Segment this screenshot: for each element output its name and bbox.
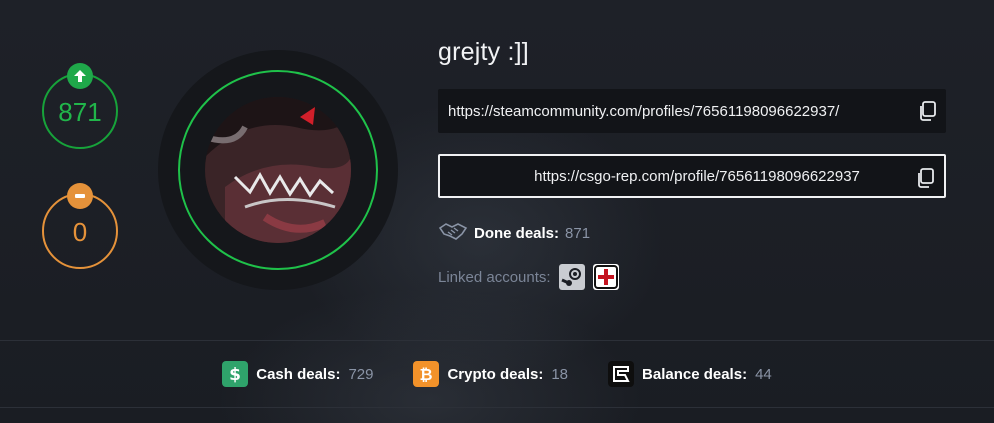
arrow-up-icon — [67, 63, 93, 89]
minus-icon — [67, 183, 93, 209]
username: grejty :]] — [438, 38, 529, 66]
positive-rep-counter: 871 — [42, 63, 118, 149]
cash-deals-stat: $ Cash deals: 729 — [222, 361, 373, 387]
cash-deals-label: Cash deals: — [256, 365, 341, 383]
balance-deals-stat: Balance deals: 44 — [608, 361, 772, 387]
svg-text:$: $ — [229, 365, 241, 384]
balance-deals-value: 44 — [755, 365, 772, 383]
copy-icon[interactable] — [918, 101, 936, 121]
done-deals-value: 871 — [565, 224, 591, 242]
crypto-deals-value: 18 — [551, 365, 569, 383]
steam-profile-link-field[interactable]: https://steamcommunity.com/profiles/7656… — [438, 89, 946, 133]
steam-icon[interactable] — [558, 264, 585, 290]
rep-plus-icon[interactable] — [592, 264, 619, 290]
skinport-icon — [608, 361, 635, 387]
negative-rep-value: 0 — [72, 216, 88, 247]
avatar — [205, 97, 351, 243]
balance-deals-label: Balance deals: — [642, 365, 748, 383]
dollar-icon: $ — [222, 361, 249, 387]
bitcoin-icon: ₿ — [413, 361, 440, 387]
linked-accounts-label: Linked accounts: — [438, 268, 551, 286]
deal-stats-bar: $ Cash deals: 729 ₿ Crypto deals: 18 Bal… — [0, 360, 994, 388]
divider — [0, 340, 994, 341]
crypto-deals-label: Crypto deals: — [447, 365, 544, 383]
avatar-frame — [158, 50, 398, 290]
linked-accounts: Linked accounts: — [438, 264, 619, 290]
done-deals-label: Done deals: — [474, 224, 560, 242]
crypto-deals-stat: ₿ Crypto deals: 18 — [413, 361, 568, 387]
cash-deals-value: 729 — [348, 365, 374, 383]
rep-profile-url[interactable]: https://csgo-rep.com/profile/76561198096… — [534, 168, 860, 185]
handshake-icon — [438, 218, 468, 248]
copy-icon[interactable] — [916, 168, 934, 188]
negative-rep-counter: 0 — [42, 183, 118, 269]
done-deals: Done deals: 871 — [438, 218, 590, 248]
divider — [0, 407, 994, 408]
rep-profile-link-field[interactable]: https://csgo-rep.com/profile/76561198096… — [438, 154, 946, 198]
svg-text:₿: ₿ — [420, 365, 433, 384]
profile-page: 871 0 grejty :]] https://steamcommunity.… — [0, 0, 994, 423]
steam-profile-url[interactable]: https://steamcommunity.com/profiles/7656… — [448, 103, 839, 120]
positive-rep-value: 871 — [58, 96, 102, 127]
